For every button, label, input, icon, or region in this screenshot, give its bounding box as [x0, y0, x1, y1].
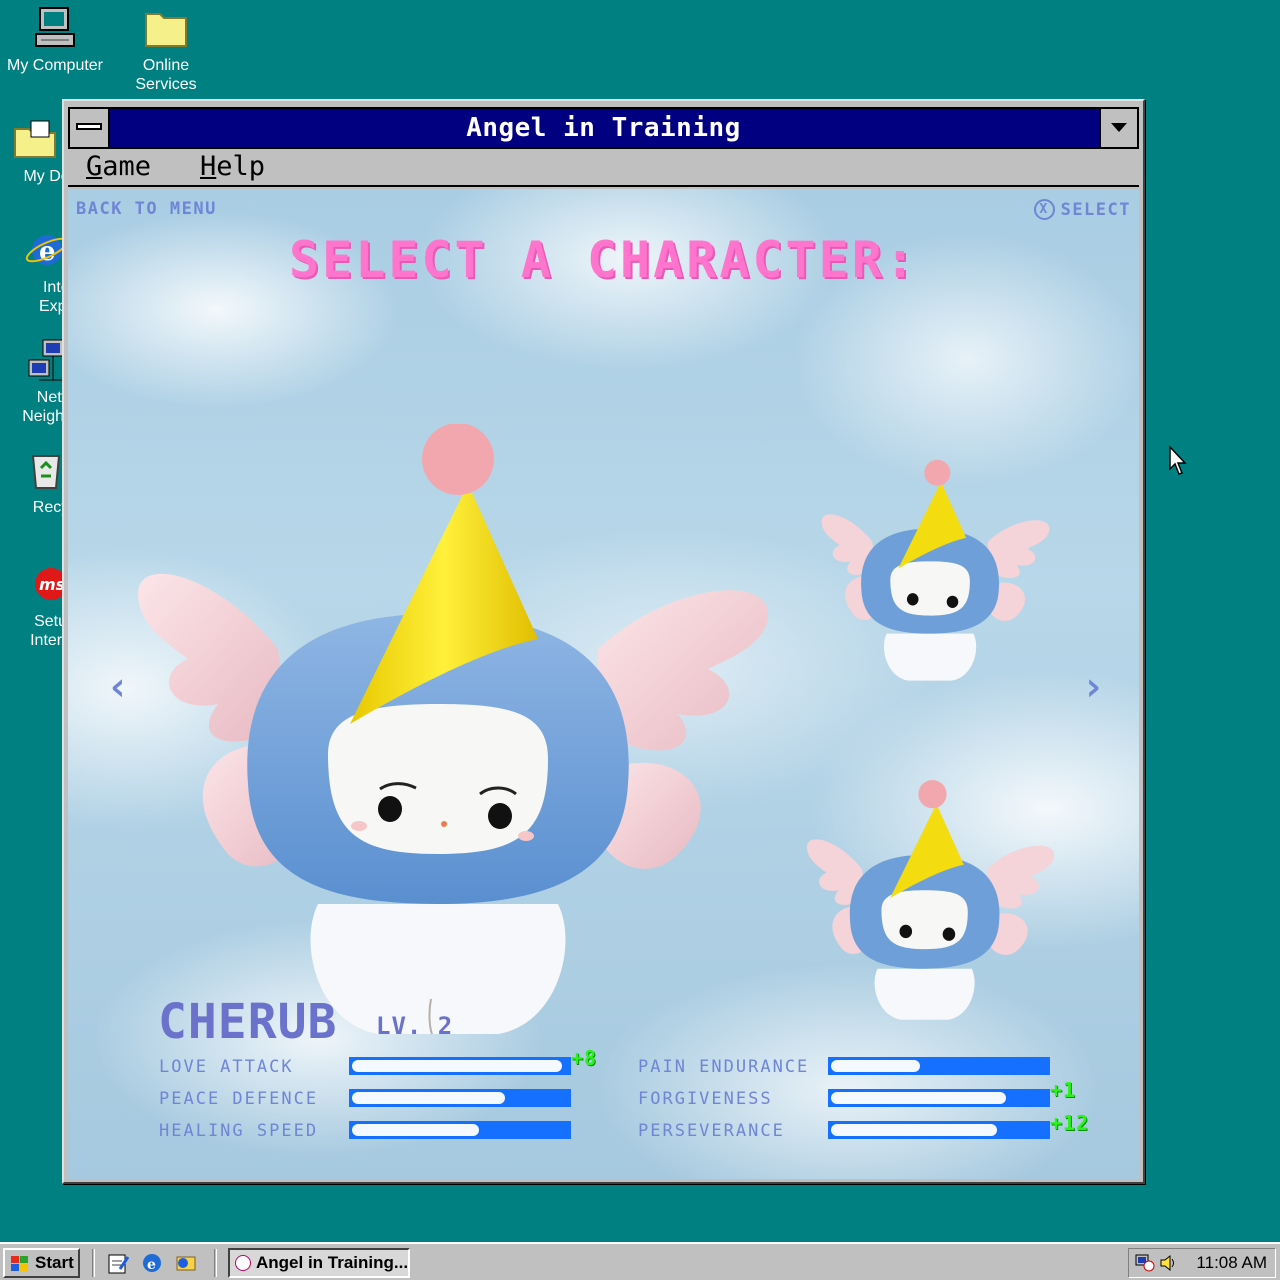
stat-label: LOVE ATTACK	[159, 1057, 294, 1077]
select-hint[interactable]: X SELECT	[1033, 199, 1131, 220]
menu-help-label: elp	[216, 151, 266, 182]
stat-bar-fill	[831, 1060, 920, 1072]
start-button[interactable]: Start	[3, 1248, 80, 1278]
taskbar-window-button[interactable]: Angel in Training...	[228, 1248, 410, 1278]
stat-label: PEACE DEFENCE	[159, 1089, 319, 1109]
internet-explorer-quicklaunch-icon[interactable]: e	[140, 1251, 164, 1275]
menu-help[interactable]: Help	[200, 149, 265, 185]
taskbar-clock[interactable]: 11:08 AM	[1196, 1249, 1267, 1277]
select-character-heading: SELECT A CHARACTER:	[289, 231, 918, 289]
title-bar[interactable]: Angel in Training	[68, 107, 1139, 149]
menu-game-label: ame	[102, 151, 152, 182]
menu-bar: Game Help	[68, 149, 1139, 187]
cherub-main-figure[interactable]	[128, 424, 778, 1054]
network-tray-icon[interactable]	[1135, 1254, 1155, 1272]
computer-icon	[35, 7, 75, 47]
documents-folder-icon	[14, 120, 56, 158]
start-label: Start	[35, 1253, 74, 1272]
stat-label: PAIN ENDURANCE	[638, 1057, 810, 1077]
character-name: CHERUB	[158, 994, 338, 1050]
stat-bar-fill	[352, 1060, 562, 1072]
stat-bonus: +12	[1050, 1111, 1090, 1135]
game-screen: BACK TO MENU X SELECT SELECT A CHARACTER…	[68, 189, 1139, 1179]
angel-app-icon	[235, 1255, 251, 1271]
stat-bonus: +1	[1050, 1078, 1077, 1102]
volume-tray-icon[interactable]	[1159, 1254, 1179, 1272]
stat-bar	[349, 1121, 571, 1139]
taskbar: Start e Angel in Training... 11:08 AM	[0, 1242, 1280, 1280]
stat-bonus: +8	[571, 1046, 598, 1070]
game-window: Angel in Training Game Help BACK TO MENU…	[62, 99, 1145, 1184]
next-character-arrow[interactable]: ›	[1079, 667, 1107, 707]
menu-game[interactable]: Game	[86, 149, 151, 185]
character-level: LV. 2	[376, 1012, 454, 1040]
svg-text:e: e	[147, 1257, 156, 1273]
stat-bar-fill	[352, 1124, 479, 1136]
stat-bar	[828, 1089, 1050, 1107]
system-menu-button[interactable]	[70, 109, 110, 147]
cherub-option-1[interactable]	[818, 439, 1053, 709]
folder-icon	[145, 13, 187, 47]
desktop-icon-label: Online	[142, 57, 190, 74]
stat-bar	[828, 1121, 1050, 1139]
stat-label: HEALING SPEED	[159, 1121, 319, 1141]
stat-bar	[349, 1057, 571, 1075]
menu-game-mnemonic: G	[86, 151, 103, 182]
stat-bar	[828, 1057, 1050, 1075]
window-title: Angel in Training	[466, 113, 741, 143]
mouse-cursor-icon	[1169, 446, 1187, 475]
stat-label: PERSEVERANCE	[638, 1121, 785, 1141]
desktop-icon-label: Services	[135, 76, 197, 93]
back-to-menu-button[interactable]: BACK TO MENU	[76, 199, 217, 219]
system-tray: 11:08 AM	[1128, 1248, 1276, 1278]
taskbar-separator	[214, 1249, 217, 1277]
x-button-icon: X	[1033, 199, 1055, 220]
desktop-icon-label: My Computer	[6, 57, 104, 74]
desktop-icon-online-services[interactable]: Online Services	[111, 4, 221, 94]
taskbar-separator	[92, 1249, 95, 1277]
select-label: SELECT	[1060, 199, 1131, 220]
stat-bar-fill	[352, 1092, 505, 1104]
stat-bar-fill	[831, 1092, 1006, 1104]
cherub-option-2[interactable]	[803, 774, 1058, 1034]
taskbar-window-label: Angel in Training...	[256, 1253, 409, 1272]
stat-bar	[349, 1089, 571, 1107]
menu-help-mnemonic: H	[200, 151, 217, 182]
windows-logo-icon	[11, 1256, 28, 1271]
desktop-icon-my-computer[interactable]: My Computer	[0, 4, 110, 75]
minimize-button[interactable]	[1099, 109, 1137, 147]
stat-bar-fill	[831, 1124, 997, 1136]
stat-label: FORGIVENESS	[638, 1089, 773, 1109]
notepad-quicklaunch-icon[interactable]	[106, 1251, 130, 1275]
outlook-quicklaunch-icon[interactable]	[174, 1251, 198, 1275]
